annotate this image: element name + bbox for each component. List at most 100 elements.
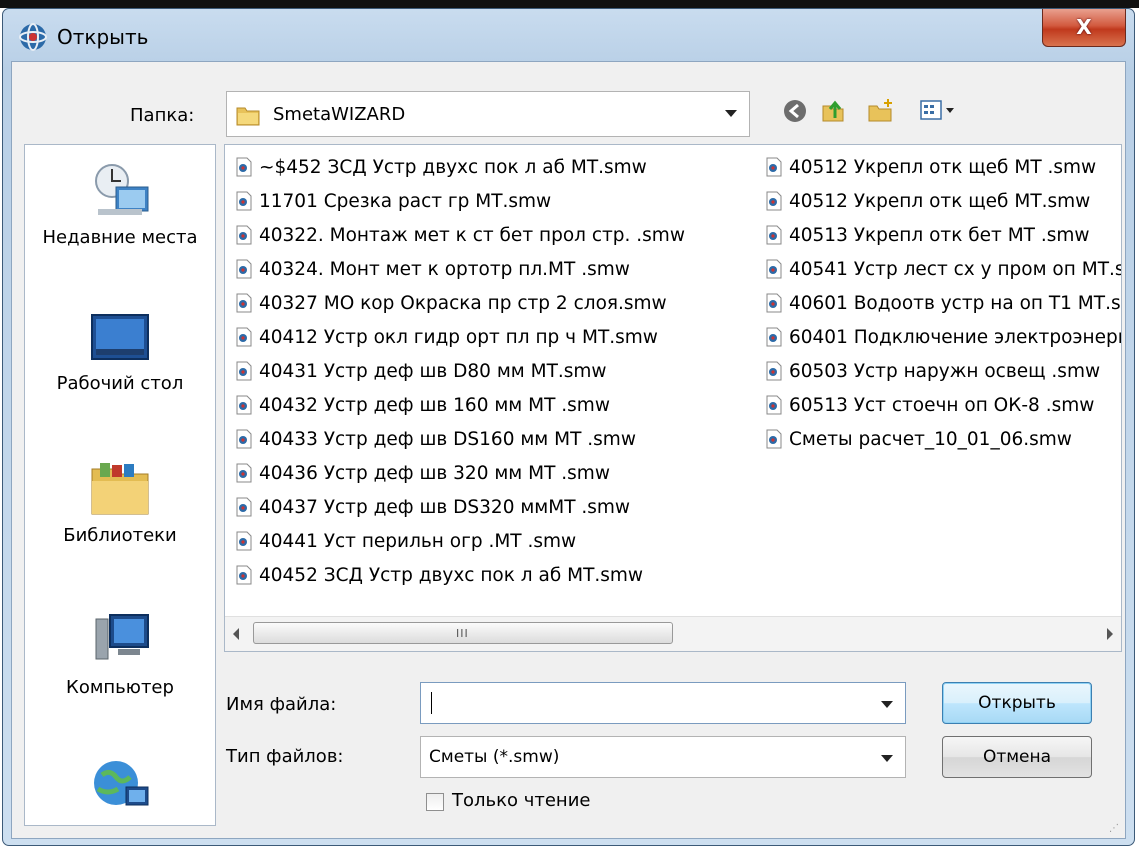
list-item[interactable]: 11701 Срезка раст гр МТ.smw bbox=[235, 185, 761, 219]
place-computer[interactable]: Компьютер bbox=[25, 607, 215, 701]
file-name: 40433 Устр деф шв DS160 мм МТ .smw bbox=[259, 429, 636, 450]
file-name: 40327 МО кор Окраска пр стр 2 слоя.smw bbox=[259, 293, 667, 314]
list-item[interactable]: 40452 ЗСД Устр двухс пок л аб МТ.smw bbox=[235, 559, 761, 593]
chevron-down-icon[interactable] bbox=[725, 110, 737, 117]
places-bar: Недавние места Рабочий стол Библиотеки К… bbox=[24, 144, 216, 826]
chevron-down-icon[interactable] bbox=[881, 755, 893, 762]
list-item[interactable]: 40324. Монт мет к ортотр пл.МТ .smw bbox=[235, 253, 761, 287]
file-list[interactable]: ~$452 ЗСД Устр двухс пок л аб МТ.smw 117… bbox=[224, 144, 1122, 652]
up-folder-icon[interactable] bbox=[818, 96, 848, 126]
list-item[interactable]: 60401 Подключение электроэнергии.smw bbox=[765, 321, 1121, 355]
file-name: 40412 Устр окл гидр орт пл пр ч МТ.smw bbox=[259, 327, 658, 348]
file-name: 40512 Укрепл отк щеб МТ.smw bbox=[789, 191, 1091, 212]
file-name: 60513 Уст стоечн оп ОК-8 .smw bbox=[789, 395, 1095, 416]
list-item[interactable]: 40436 Устр деф шв 320 мм МТ .smw bbox=[235, 457, 761, 491]
libraries-icon bbox=[91, 463, 149, 515]
list-item[interactable]: 40513 Укрепл отк бет МТ .smw bbox=[765, 219, 1121, 253]
list-item[interactable]: 40327 МО кор Окраска пр стр 2 слоя.smw bbox=[235, 287, 761, 321]
smw-file-icon bbox=[235, 325, 253, 347]
list-item[interactable]: 40441 Уст перильн огр .МТ .smw bbox=[235, 525, 761, 559]
place-desktop-label: Рабочий стол bbox=[56, 373, 184, 394]
recent-places-icon bbox=[95, 164, 149, 215]
file-name: 40432 Устр деф шв 160 мм МТ .smw bbox=[259, 395, 610, 416]
place-desktop[interactable]: Рабочий стол bbox=[25, 311, 215, 397]
smw-file-icon bbox=[765, 189, 783, 211]
resize-grip-icon[interactable]: ⋰ bbox=[1109, 823, 1119, 834]
file-name: 60503 Устр наружн освещ .smw bbox=[789, 361, 1101, 382]
folder-label: Папка: bbox=[130, 105, 195, 126]
place-network[interactable] bbox=[25, 753, 215, 821]
smw-file-icon bbox=[235, 563, 253, 585]
file-name: 40513 Укрепл отк бет МТ .smw bbox=[789, 225, 1090, 246]
folder-dropdown[interactable]: SmetaWIZARD bbox=[226, 91, 750, 137]
file-name: Сметы расчет_10_01_06.smw bbox=[789, 429, 1072, 450]
new-folder-icon[interactable] bbox=[866, 96, 896, 126]
list-item[interactable]: 40512 Укрепл отк щеб МТ .smw bbox=[765, 151, 1121, 185]
smw-file-icon bbox=[235, 223, 253, 245]
smw-file-icon bbox=[765, 359, 783, 381]
checkbox-box[interactable] bbox=[426, 793, 444, 811]
title-bar[interactable]: Открыть X bbox=[3, 9, 1134, 61]
smw-file-icon bbox=[765, 155, 783, 177]
list-item[interactable]: 40512 Укрепл отк щеб МТ.smw bbox=[765, 185, 1121, 219]
view-menu-icon[interactable] bbox=[918, 96, 958, 126]
list-item[interactable]: 60513 Уст стоечн оп ОК-8 .smw bbox=[765, 389, 1121, 423]
scroll-right-icon[interactable] bbox=[1107, 628, 1113, 640]
chevron-down-icon[interactable] bbox=[881, 701, 893, 708]
list-item[interactable]: 40541 Устр лест сх у пром оп МТ.smw bbox=[765, 253, 1122, 287]
smw-file-icon bbox=[235, 189, 253, 211]
smw-file-icon bbox=[765, 427, 783, 449]
list-item[interactable]: 40412 Устр окл гидр орт пл пр ч МТ.smw bbox=[235, 321, 761, 355]
list-item[interactable]: 40437 Устр деф шв DS320 ммМТ .smw bbox=[235, 491, 761, 525]
filetype-select[interactable]: Сметы (*.smw) bbox=[420, 736, 906, 778]
filetype-label: Тип файлов: bbox=[226, 746, 344, 767]
horizontal-scrollbar[interactable]: III bbox=[225, 616, 1121, 651]
list-item[interactable]: 40601 Водоотв устр на оп Т1 МТ.smw bbox=[765, 287, 1122, 321]
network-icon bbox=[94, 761, 149, 806]
file-name: 40512 Укрепл отк щеб МТ .smw bbox=[789, 157, 1097, 178]
scrollbar-thumb[interactable]: III bbox=[253, 622, 673, 644]
list-item[interactable]: ~$452 ЗСД Устр двухс пок л аб МТ.smw bbox=[235, 151, 761, 185]
filename-label: Имя файла: bbox=[226, 694, 337, 715]
file-name: 40452 ЗСД Устр двухс пок л аб МТ.smw bbox=[259, 565, 644, 586]
place-recent-label: Недавние места bbox=[42, 227, 198, 248]
smw-file-icon bbox=[765, 223, 783, 245]
file-name: 40441 Уст перильн огр .МТ .smw bbox=[259, 531, 577, 552]
file-name: 40541 Устр лест сх у пром оп МТ.smw bbox=[789, 259, 1122, 280]
filename-input[interactable] bbox=[420, 682, 906, 724]
list-item[interactable]: 40431 Устр деф шв D80 мм МТ.smw bbox=[235, 355, 761, 389]
list-item[interactable]: 40433 Устр деф шв DS160 мм МТ .smw bbox=[235, 423, 761, 457]
smw-file-icon bbox=[235, 359, 253, 381]
list-item[interactable]: 40432 Устр деф шв 160 мм МТ .smw bbox=[235, 389, 761, 423]
open-button[interactable]: Открыть bbox=[942, 682, 1092, 724]
list-item[interactable]: 60503 Устр наружн освещ .smw bbox=[765, 355, 1121, 389]
readonly-label: Только чтение bbox=[452, 790, 591, 811]
place-computer-label: Компьютер bbox=[66, 677, 174, 698]
file-name: 60401 Подключение электроэнергии.smw bbox=[789, 327, 1121, 348]
smw-file-icon bbox=[235, 291, 253, 313]
scrollbar-grip: III bbox=[456, 627, 469, 640]
back-arrow-icon[interactable] bbox=[780, 96, 810, 126]
file-name: 40436 Устр деф шв 320 мм МТ .smw bbox=[259, 463, 610, 484]
text-caret bbox=[431, 692, 432, 714]
smw-file-icon bbox=[765, 257, 783, 279]
place-libraries-label: Библиотеки bbox=[63, 525, 177, 546]
smw-file-icon bbox=[235, 461, 253, 483]
file-name: 40601 Водоотв устр на оп Т1 МТ.smw bbox=[789, 293, 1122, 314]
place-recent[interactable]: Недавние места bbox=[25, 159, 215, 251]
smw-file-icon bbox=[765, 393, 783, 415]
close-button[interactable]: X bbox=[1042, 9, 1126, 47]
folder-icon bbox=[236, 107, 260, 126]
file-name: 11701 Срезка раст гр МТ.smw bbox=[259, 191, 552, 212]
place-libraries[interactable]: Библиотеки bbox=[25, 455, 215, 549]
computer-icon bbox=[95, 614, 149, 660]
file-column-1: ~$452 ЗСД Устр двухс пок л аб МТ.smw 117… bbox=[235, 151, 761, 593]
smw-file-icon bbox=[765, 291, 783, 313]
file-name: 40324. Монт мет к ортотр пл.МТ .smw bbox=[259, 259, 630, 280]
list-item[interactable]: 40322. Монтаж мет к ст бет прол стр. .sm… bbox=[235, 219, 761, 253]
folder-name: SmetaWIZARD bbox=[273, 104, 406, 125]
list-item[interactable]: Сметы расчет_10_01_06.smw bbox=[765, 423, 1121, 457]
cancel-button[interactable]: Отмена bbox=[942, 736, 1092, 778]
smw-file-icon bbox=[235, 155, 253, 177]
scroll-left-icon[interactable] bbox=[233, 628, 239, 640]
